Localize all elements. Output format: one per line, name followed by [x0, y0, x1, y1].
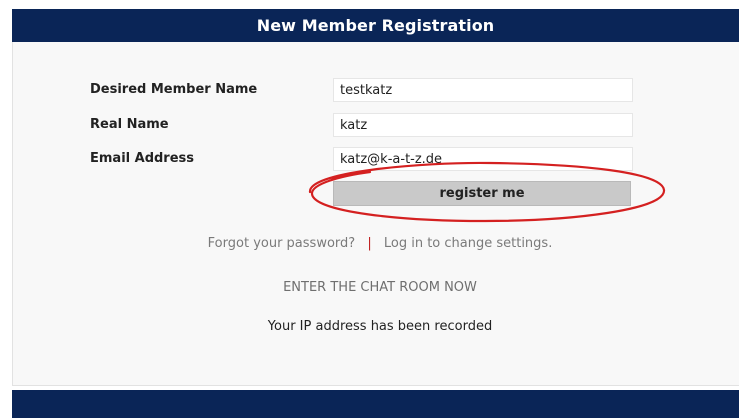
- member-name-label: Desired Member Name: [90, 82, 258, 97]
- email-input[interactable]: [333, 147, 633, 171]
- links-separator: |: [367, 236, 372, 251]
- login-change-settings-link[interactable]: Log in to change settings.: [384, 236, 552, 251]
- email-label: Email Address: [90, 151, 195, 166]
- account-links-row: Forgot your password? | Log in to change…: [0, 236, 739, 251]
- member-name-input[interactable]: [333, 78, 633, 102]
- ip-recorded-notice: Your IP address has been recorded: [267, 319, 493, 334]
- real-name-input[interactable]: [333, 113, 633, 137]
- register-button[interactable]: register me: [333, 181, 631, 206]
- registration-page: New Member Registration Desired Member N…: [0, 0, 739, 418]
- real-name-label: Real Name: [90, 117, 169, 132]
- forgot-password-link[interactable]: Forgot your password?: [208, 236, 356, 251]
- footer-bar: [12, 390, 739, 418]
- page-title: New Member Registration: [256, 16, 495, 35]
- header-bar: New Member Registration: [12, 9, 739, 42]
- enter-chat-room-link[interactable]: ENTER THE CHAT ROOM NOW: [0, 280, 739, 295]
